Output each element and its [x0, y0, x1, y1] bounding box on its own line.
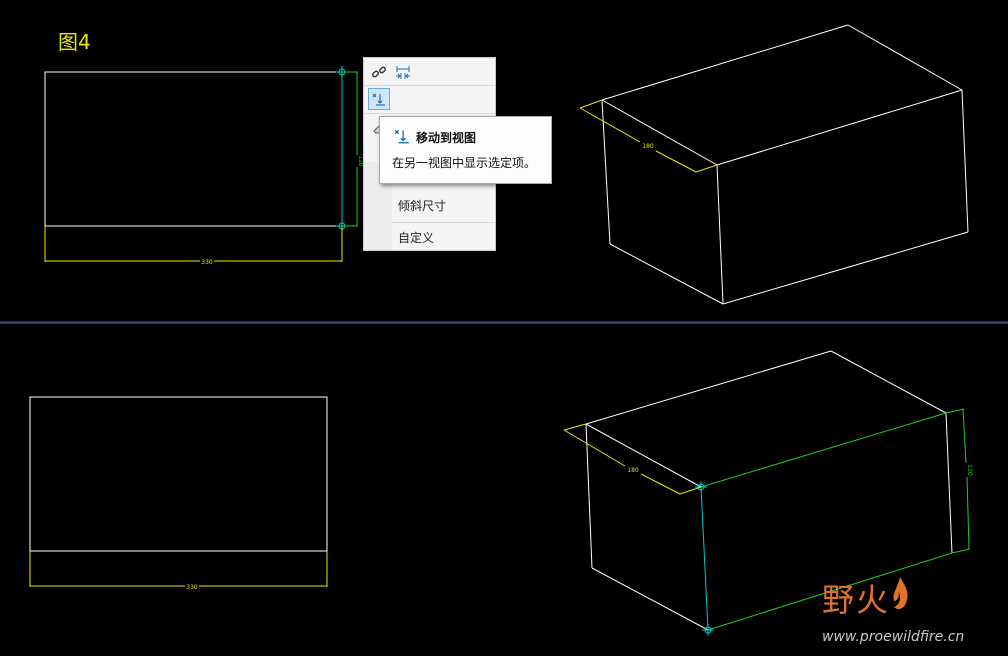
- move-to-view-icon[interactable]: [368, 88, 390, 110]
- top-iso-view[interactable]: [601, 24, 969, 305]
- top-width-dimension[interactable]: [44, 226, 343, 262]
- bottom-iso-height-dim-value: 120: [966, 464, 973, 476]
- watermark-url: www.proewildfire.cn: [822, 629, 965, 645]
- dimension-icon[interactable]: [392, 61, 414, 83]
- bottom-selected-edge[interactable]: [700, 486, 709, 631]
- bottom-front-view[interactable]: [29, 396, 328, 552]
- drawing-canvas[interactable]: 330 120 180 330 120 180: [0, 0, 1008, 656]
- menu-item-custom[interactable]: 自定义: [392, 225, 498, 251]
- figure-label: 图4: [58, 30, 91, 54]
- top-iso-dim-value: 180: [642, 143, 654, 150]
- view-divider: [0, 321, 1008, 324]
- top-width-dim-value: 330: [201, 259, 213, 266]
- move-to-view-tooltip-icon: [393, 127, 411, 145]
- bottom-width-dimension[interactable]: [29, 551, 328, 587]
- bottom-iso-dim-value: 180: [627, 467, 639, 474]
- tooltip-description: 在另一视图中显示选定项。: [392, 156, 537, 170]
- watermark-text: 野火: [822, 581, 891, 619]
- menu-item-skew-dimension[interactable]: 倾斜尺寸: [392, 193, 498, 219]
- top-front-view[interactable]: [44, 71, 343, 227]
- bottom-width-dim-value: 330: [186, 584, 198, 591]
- tooltip: 移动到视图 在另一视图中显示选定项。: [379, 116, 552, 184]
- top-iso-depth-dimension[interactable]: [579, 99, 718, 173]
- flame-icon: [893, 577, 908, 610]
- chain-link-icon[interactable]: [368, 61, 390, 83]
- top-height-dimension[interactable]: [342, 71, 358, 227]
- bottom-iso-depth-dimension[interactable]: [563, 423, 702, 495]
- menu-separator: [392, 222, 495, 223]
- tooltip-title: 移动到视图: [416, 131, 477, 145]
